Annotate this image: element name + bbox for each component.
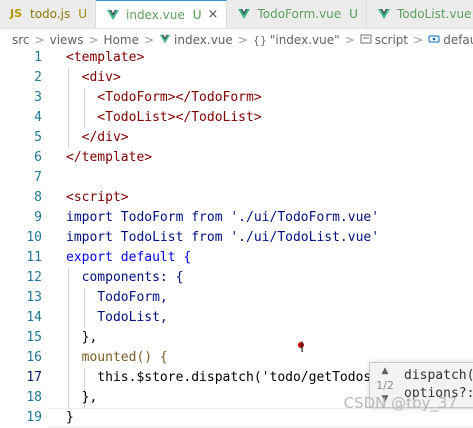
code-line[interactable]: 7 <box>0 168 473 188</box>
code-text: export default { <box>66 250 192 265</box>
code-line[interactable]: 12 components: { <box>0 268 473 288</box>
code-line[interactable]: 6 </template> <box>0 148 473 168</box>
tab-todo-js[interactable]: JS todo.js U <box>0 0 96 28</box>
code-line[interactable]: 15 }, <box>0 328 473 348</box>
line-number: 10 <box>26 230 42 245</box>
breadcrumb-separator: > <box>88 33 99 47</box>
code-text: mounted() { <box>66 350 168 365</box>
code-text: <TodoForm></TodoForm> <box>66 90 262 105</box>
code-text: this.$store.dispatch('todo/getTodos') <box>66 370 387 385</box>
code-text: TodoForm, <box>66 290 168 305</box>
untracked-badge: U <box>192 7 202 22</box>
code-text: import TodoList from './ui/TodoList.vue' <box>66 230 380 245</box>
code-text: </template> <box>66 150 153 165</box>
line-number: 3 <box>34 90 42 105</box>
tab-label: TodoForm.vue <box>257 7 342 21</box>
line-number: 14 <box>26 310 42 325</box>
tab-todolist-vue[interactable]: TodoList.vue U <box>366 0 473 28</box>
line-number: 13 <box>26 290 42 305</box>
breadcrumb-item[interactable]: views <box>50 33 84 47</box>
code-text: import TodoForm from './ui/TodoForm.vue' <box>66 210 380 225</box>
code-text: TodoList, <box>66 310 168 325</box>
breadcrumb-item[interactable]: src <box>12 33 30 47</box>
untracked-badge: U <box>78 7 87 21</box>
breadcrumb-item[interactable]: default <box>443 33 473 47</box>
code-line[interactable]: 9 import TodoForm from './ui/TodoForm.vu… <box>0 208 473 228</box>
breadcrumb-separator: > <box>413 33 424 47</box>
line-number: 16 <box>26 350 42 365</box>
chevron-up-icon[interactable]: ▲ <box>370 366 400 376</box>
editor-tabs: JS todo.js U index.vue U × TodoForm.vue … <box>0 0 473 29</box>
code-text: }, <box>66 330 98 345</box>
code-text: <div> <box>66 70 121 85</box>
line-number: 8 <box>34 190 42 205</box>
symbol-module-icon <box>360 33 372 48</box>
breadcrumb-item[interactable]: index.vue <box>174 33 233 47</box>
breadcrumb-separator: > <box>34 33 45 47</box>
line-number: 19 <box>26 410 42 425</box>
watermark: CSDN @tby_37 <box>343 394 457 412</box>
hint-line-1: dispatch( <box>404 368 473 383</box>
code-text: components: { <box>66 270 184 285</box>
braces-icon: {} <box>252 33 267 47</box>
code-editor[interactable]: 1 <template> 2 <div> 3 <TodoForm></TodoF… <box>0 48 473 428</box>
tab-index-vue[interactable]: index.vue U × <box>96 0 228 28</box>
line-number: 11 <box>26 250 42 265</box>
breadcrumb-separator: > <box>344 33 355 47</box>
tab-label: index.vue <box>126 7 185 22</box>
hint-page-indicator: 1/2 <box>376 379 394 392</box>
breadcrumb-item[interactable]: Home <box>104 33 139 47</box>
code-line[interactable]: 2 <div> <box>0 68 473 88</box>
code-line[interactable]: 3 <TodoForm></TodoForm> <box>0 88 473 108</box>
symbol-variable-icon <box>428 33 440 48</box>
untracked-badge: U <box>349 7 358 21</box>
code-text: <TodoList></TodoList> <box>66 110 262 125</box>
js-icon: JS <box>10 7 23 20</box>
line-number: 5 <box>34 130 42 145</box>
vue-icon <box>237 7 251 21</box>
code-text: }, <box>66 390 98 405</box>
line-number: 7 <box>34 170 42 185</box>
tab-label: todo.js <box>30 7 71 21</box>
vue-icon <box>159 33 171 48</box>
code-line[interactable]: 14 TodoList, <box>0 308 473 328</box>
code-text: <script> <box>66 190 129 205</box>
code-line[interactable]: 10 import TodoList from './ui/TodoList.v… <box>0 228 473 248</box>
breadcrumb-separator: > <box>237 33 248 47</box>
code-line[interactable]: 11 export default { <box>0 248 473 268</box>
line-number: 4 <box>34 110 42 125</box>
code-text: <template> <box>66 50 145 65</box>
breadcrumb-separator: > <box>143 33 155 47</box>
line-number: 6 <box>34 150 42 165</box>
code-line[interactable]: 4 <TodoList></TodoList> <box>0 108 473 128</box>
breadcrumb-item[interactable]: "index.vue" <box>270 33 340 47</box>
code-text: } <box>66 410 74 425</box>
code-line[interactable]: 1 <template> <box>0 48 473 68</box>
tab-todoform-vue[interactable]: TodoForm.vue U <box>227 0 367 28</box>
line-number: 9 <box>34 210 42 225</box>
line-number: 2 <box>34 70 42 85</box>
vue-icon <box>106 8 120 22</box>
line-number: 15 <box>26 330 42 345</box>
code-text: </div> <box>66 130 129 145</box>
code-line[interactable]: 13 TodoForm, <box>0 288 473 308</box>
line-number: 18 <box>26 390 42 405</box>
breadcrumb-item[interactable]: script <box>375 33 408 47</box>
close-icon[interactable]: × <box>208 7 219 22</box>
line-number: 12 <box>26 270 42 285</box>
tab-label: TodoList.vue <box>396 7 472 21</box>
code-line[interactable]: 5 </div> <box>0 128 473 148</box>
line-number: 17 <box>26 370 42 385</box>
vue-icon <box>377 7 391 21</box>
line-number: 1 <box>34 50 42 65</box>
mouse-ibeam-icon: I <box>300 340 305 356</box>
code-line[interactable]: 8 <script> <box>0 188 473 208</box>
